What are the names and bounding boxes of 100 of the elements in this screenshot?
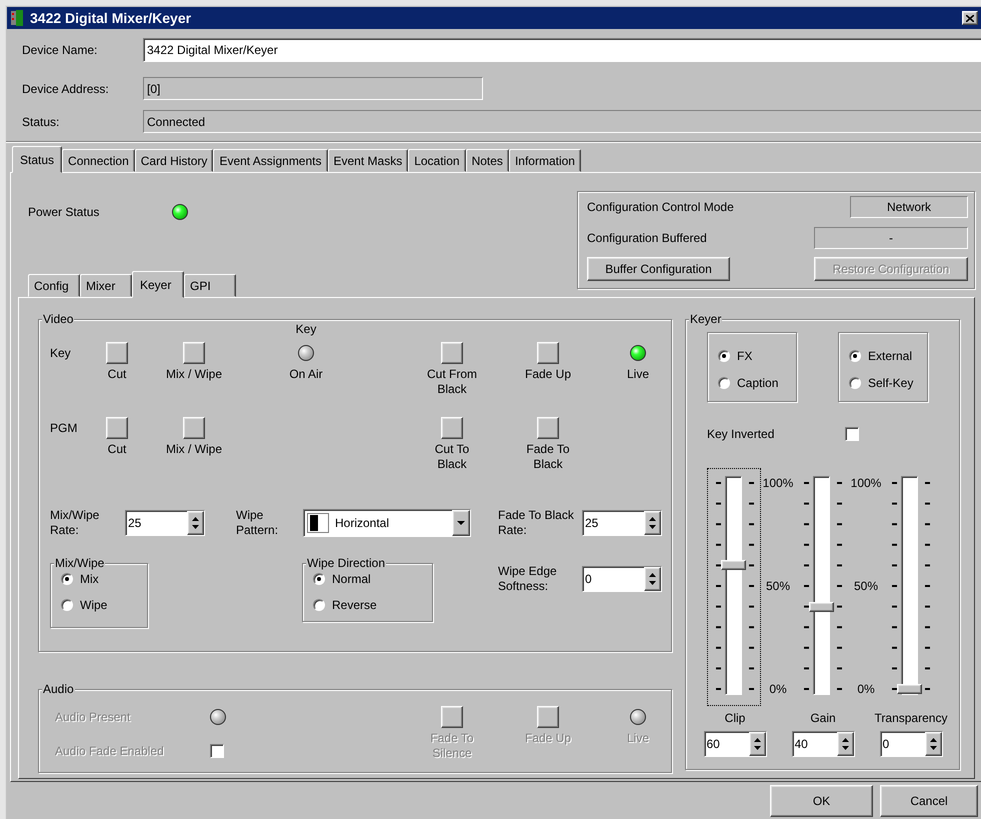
radio-button[interactable] [313,599,325,611]
config-button[interactable]: Buffer Configuration [587,257,730,281]
device-name-field[interactable]: 3422 Digital Mixer/Keyer [143,38,981,62]
spin-button[interactable] [644,511,661,535]
button-caption: Cut [108,367,126,382]
spin-button[interactable] [836,732,854,756]
spin-button[interactable] [924,732,942,756]
push-button[interactable] [183,342,205,364]
button-caption: Fade To Silence [429,731,475,761]
value-input[interactable]: 0 [880,732,924,756]
spin-arrows-icon [928,737,938,751]
dialog-button[interactable]: OK [770,785,873,817]
group-title: Wipe Direction [306,556,386,570]
spin-box[interactable]: 40 [792,731,854,757]
scale-label: 50% [854,579,878,593]
spin-box[interactable]: 0 [582,566,662,592]
spin-button[interactable] [748,732,766,756]
button-caption: Cut To Black [434,442,470,472]
spin-button[interactable] [644,567,661,591]
value-input[interactable]: 0 [583,567,644,591]
card-icon [10,10,24,26]
slider-label: Gain [810,710,836,726]
tab[interactable]: Card History [134,149,214,172]
push-button[interactable] [106,342,128,364]
tab[interactable]: Location [408,149,466,172]
spin-box[interactable]: 25 [125,510,205,536]
sub-tab[interactable]: Keyer [132,271,184,298]
config-value: Network [850,196,968,218]
dialog-button[interactable]: Cancel [880,785,978,817]
push-button[interactable] [106,417,128,439]
radio-button[interactable] [849,377,861,389]
push-button[interactable] [183,417,205,439]
radio-button[interactable] [849,350,861,362]
checkbox-label: Key Inverted [707,426,774,440]
row-label: Key [50,345,72,362]
push-button[interactable] [537,417,559,439]
push-button[interactable] [441,417,463,439]
tab[interactable]: Connection [62,149,135,172]
tab[interactable]: Event Masks [328,149,408,172]
radio-label: Reverse [332,598,377,612]
push-button[interactable] [441,342,463,364]
wipe-pattern-dropdown[interactable]: Horizontal [303,509,471,537]
spin-box[interactable]: 60 [704,731,766,757]
value-input[interactable]: 25 [126,511,187,535]
audio-present-label: Audio Present [55,710,130,724]
value-field: [0] [143,77,483,100]
slider-thumb[interactable] [897,684,922,694]
push-button[interactable] [537,342,559,364]
row-label: PGM [50,420,78,437]
radio-label: Mix [80,572,99,586]
spin-button[interactable] [187,511,204,535]
sub-tab[interactable]: Mixer [80,274,132,297]
tab[interactable]: Notes [466,149,509,172]
field-label: Device Name: [22,43,98,57]
spin-arrows-icon [648,572,657,586]
config-label: Configuration Buffered [587,231,707,245]
group-title: Keyer [689,312,722,326]
group-title: Mix/Wipe [54,556,106,570]
field-label: Mix/Wipe Rate: [50,508,100,538]
scale-label: 0% [769,682,787,696]
scale-label: 100% [762,476,794,490]
tab[interactable]: Information [508,149,581,172]
radio-button[interactable] [61,573,73,585]
checkbox[interactable] [845,427,859,441]
spin-arrows-icon [648,516,657,530]
radio-button[interactable] [718,377,730,389]
close-button[interactable] [962,11,978,25]
spin-box[interactable]: 25 [582,510,662,536]
radio-button[interactable] [61,599,73,611]
sub-tab[interactable]: GPI [184,274,236,297]
slider-thumb[interactable] [809,602,834,612]
button-caption: On Air [289,367,323,382]
value-input[interactable]: 60 [704,732,748,756]
sub-tab[interactable]: Config [28,274,80,297]
radio-label: External [868,349,912,363]
dropdown-button[interactable] [452,510,470,536]
radio-label: Self-Key [868,376,914,390]
config-value: - [814,227,968,249]
spin-box[interactable]: 0 [880,731,942,757]
field-label: Wipe Pattern: [236,508,280,538]
button-caption: Live [626,367,649,382]
checkbox-label: Audio Fade Enabled [55,744,164,758]
slider[interactable] [707,468,761,706]
radio-button[interactable] [313,573,325,585]
button-caption: Fade To Black [525,442,571,472]
spin-arrows-icon [752,737,762,751]
group-title: Audio [42,682,75,696]
value-input[interactable]: 40 [792,732,836,756]
tab[interactable]: Status [12,146,62,173]
config-label: Configuration Control Mode [587,200,734,214]
button-caption: Fade Up [524,367,572,382]
slider-label: Clip [724,710,746,726]
tab[interactable]: Event Assignments [213,149,328,172]
field-label: Fade To Black Rate: [498,508,575,538]
slider-thumb[interactable] [721,560,746,570]
radio-button[interactable] [718,350,730,362]
spin-arrows-icon [191,516,200,530]
radio-label: FX [737,349,752,363]
field-label: Status: [22,114,60,128]
value-input[interactable]: 25 [583,511,644,535]
